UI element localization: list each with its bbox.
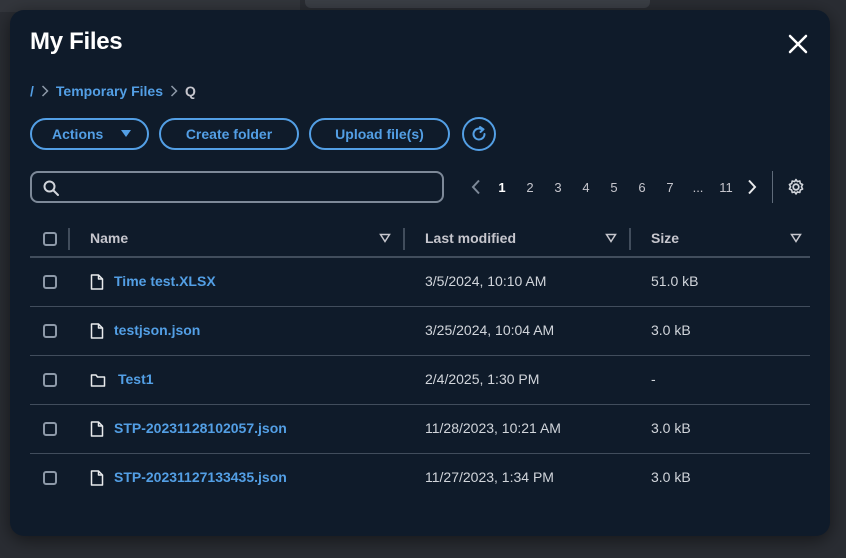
file-name-link[interactable]: STP-20231128102057.json — [114, 420, 287, 436]
file-icon — [90, 470, 104, 486]
table-row[interactable]: Test1 2/4/2025, 1:30 PM - — [30, 356, 810, 405]
column-header-last-modified[interactable]: Last modified — [425, 230, 516, 246]
sort-caret-icon[interactable] — [379, 232, 391, 244]
table-row[interactable]: testjson.json 3/25/2024, 10:04 AM 3.0 kB — [30, 307, 810, 356]
file-name-link[interactable]: STP-20231127133435.json — [114, 469, 287, 485]
column-divider — [629, 228, 631, 250]
refresh-icon — [472, 126, 486, 141]
file-name-link[interactable]: testjson.json — [114, 322, 200, 338]
select-all-checkbox[interactable] — [43, 232, 57, 246]
previous-page-icon[interactable] — [464, 175, 488, 199]
page-6[interactable]: 6 — [628, 180, 656, 195]
row-checkbox[interactable] — [43, 422, 57, 436]
caret-down-icon — [121, 130, 131, 137]
table-header: Name Last modified Size — [30, 220, 810, 258]
settings-gear-icon[interactable] — [786, 177, 806, 197]
sort-caret-icon[interactable] — [605, 232, 617, 244]
last-modified-cell: 2/4/2025, 1:30 PM — [425, 371, 540, 387]
page-4[interactable]: 4 — [572, 180, 600, 195]
page-5[interactable]: 5 — [600, 180, 628, 195]
page-7[interactable]: 7 — [656, 180, 684, 195]
page-3[interactable]: 3 — [544, 180, 572, 195]
search-field — [30, 171, 444, 203]
table-row[interactable]: STP-20231127133435.json 11/27/2023, 1:34… — [30, 454, 810, 503]
folder-name-link[interactable]: Test1 — [118, 371, 154, 387]
column-divider — [403, 228, 405, 250]
column-divider — [68, 228, 70, 250]
close-icon[interactable] — [786, 32, 810, 56]
row-checkbox[interactable] — [43, 275, 57, 289]
size-cell: 3.0 kB — [651, 469, 691, 485]
page-1[interactable]: 1 — [488, 180, 516, 195]
toolbar: Actions Create folder Upload file(s) — [30, 117, 506, 151]
modal-title: My Files — [30, 28, 123, 55]
last-modified-cell: 11/28/2023, 10:21 AM — [425, 420, 561, 436]
actions-label: Actions — [52, 126, 104, 142]
breadcrumb: / Temporary Files Q — [30, 82, 196, 100]
sort-caret-icon[interactable] — [790, 232, 802, 244]
table-row[interactable]: STP-20231128102057.json 11/28/2023, 10:2… — [30, 405, 810, 454]
chevron-right-icon — [163, 85, 185, 97]
search-input[interactable] — [66, 175, 436, 199]
actions-dropdown-button[interactable]: Actions — [30, 118, 149, 150]
my-files-modal: My Files / Temporary Files Q Actions Cre… — [10, 10, 830, 536]
file-icon — [90, 421, 104, 437]
file-icon — [90, 323, 104, 339]
breadcrumb-temporary-files[interactable]: Temporary Files — [56, 83, 163, 99]
upload-files-button[interactable]: Upload file(s) — [309, 118, 450, 150]
size-cell: 3.0 kB — [651, 420, 691, 436]
size-cell: - — [651, 371, 656, 387]
last-modified-cell: 11/27/2023, 1:34 PM — [425, 469, 554, 485]
size-cell: 51.0 kB — [651, 273, 699, 289]
column-header-size[interactable]: Size — [651, 230, 679, 246]
last-modified-cell: 3/25/2024, 10:04 AM — [425, 322, 555, 338]
breadcrumb-current: Q — [185, 83, 196, 99]
pagination-divider — [772, 171, 773, 203]
page-ellipsis: ... — [692, 179, 704, 195]
page-2[interactable]: 2 — [516, 180, 544, 195]
search-icon — [43, 180, 59, 196]
row-checkbox[interactable] — [43, 471, 57, 485]
row-checkbox[interactable] — [43, 373, 57, 387]
table-row[interactable]: Time test.XLSX 3/5/2024, 10:10 AM 51.0 k… — [30, 258, 810, 307]
create-folder-button[interactable]: Create folder — [159, 118, 299, 150]
files-table: Name Last modified Size Time test.XLSX 3… — [30, 220, 810, 503]
folder-icon — [90, 374, 106, 387]
file-name-link[interactable]: Time test.XLSX — [114, 273, 216, 289]
file-icon — [90, 274, 104, 290]
pagination: 1 2 3 4 5 6 7 ... 11 — [464, 173, 764, 201]
chevron-right-icon — [34, 85, 56, 97]
column-header-name[interactable]: Name — [90, 230, 128, 246]
refresh-button[interactable] — [462, 117, 496, 151]
page-11[interactable]: 11 — [712, 180, 740, 195]
background-header — [305, 0, 650, 8]
next-page-icon[interactable] — [740, 175, 764, 199]
row-checkbox[interactable] — [43, 324, 57, 338]
last-modified-cell: 3/5/2024, 10:10 AM — [425, 273, 547, 289]
size-cell: 3.0 kB — [651, 322, 691, 338]
